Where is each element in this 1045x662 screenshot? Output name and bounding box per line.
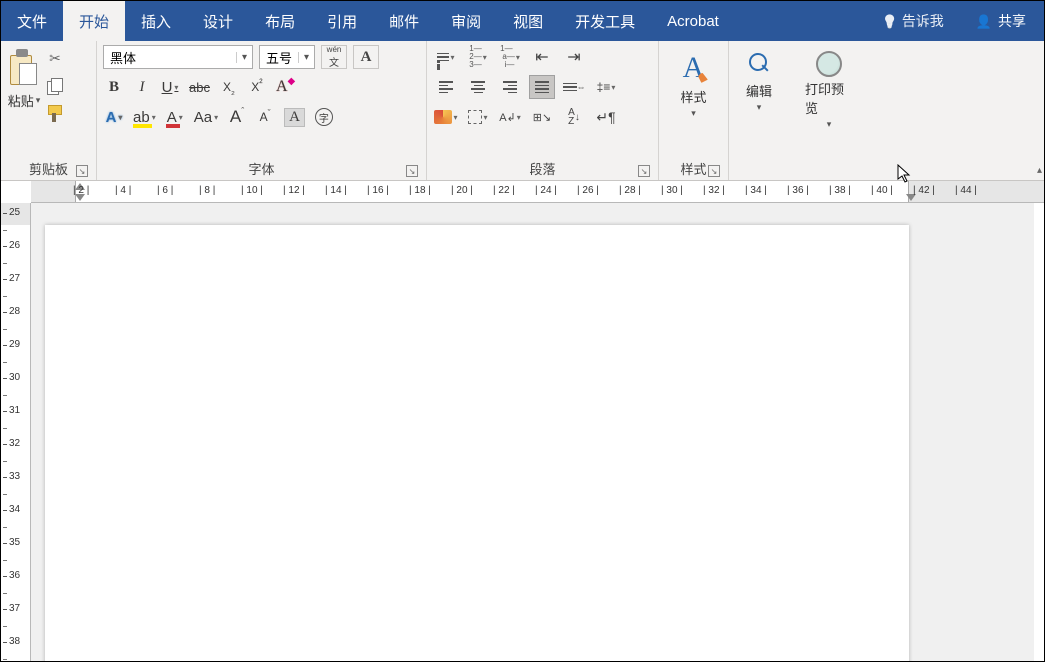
- decrease-indent-button[interactable]: ⇤: [529, 45, 555, 69]
- numbering-button[interactable]: 1—2—3—▾: [465, 45, 491, 69]
- bulb-icon: [882, 13, 898, 30]
- align-right-button[interactable]: [497, 75, 523, 99]
- shading-button[interactable]: ▾: [433, 105, 459, 129]
- preview-label: 打印预览: [805, 79, 853, 117]
- paste-icon[interactable]: [7, 49, 41, 89]
- tab-references[interactable]: 引用: [311, 1, 373, 41]
- tab-mailings[interactable]: 邮件: [373, 1, 435, 41]
- styles-icon: A: [683, 51, 705, 85]
- page[interactable]: [45, 225, 909, 661]
- tab-review[interactable]: 审阅: [435, 1, 497, 41]
- horizontal-ruler[interactable]: 2468101214161820222426283032343638404244: [31, 181, 1044, 203]
- italic-button[interactable]: I: [131, 75, 153, 99]
- document-area: [31, 203, 1034, 661]
- styles-button[interactable]: A 样式 ▾: [665, 45, 722, 119]
- font-size-value: 五号: [260, 48, 298, 67]
- vertical-ruler[interactable]: 2526272829303132333435363738: [1, 203, 31, 661]
- font-launcher[interactable]: ↘: [406, 165, 418, 177]
- grow-font-button[interactable]: Aˆ: [226, 105, 248, 129]
- tab-acrobat[interactable]: Acrobat: [651, 1, 735, 41]
- clipboard-group-label: 剪贴板: [29, 159, 68, 178]
- paragraph-group-label: 段落: [529, 159, 555, 178]
- distribute-button[interactable]: ⇔: [561, 75, 587, 99]
- text-effects-button[interactable]: A▾: [103, 105, 125, 129]
- snap-grid-button[interactable]: ⊞↘: [529, 105, 555, 129]
- styles-launcher[interactable]: ↘: [708, 165, 720, 177]
- enclose-char-button[interactable]: 字: [313, 105, 335, 129]
- print-preview-button[interactable]: 打印预览 ▾: [795, 45, 863, 130]
- cut-button[interactable]: [45, 49, 65, 67]
- bold-button[interactable]: B: [103, 75, 125, 99]
- tab-file[interactable]: 文件: [1, 1, 63, 41]
- share-button[interactable]: 共享: [960, 1, 1044, 41]
- char-border-button[interactable]: A: [353, 45, 379, 69]
- group-preview: 打印预览 ▾: [789, 41, 869, 180]
- underline-button[interactable]: U▾: [159, 75, 181, 99]
- group-font: 黑体▾ 五号▾ wén文 A B I U▾ abc X X A◆ A▾ ab▾ …: [97, 41, 427, 180]
- share-label: 共享: [998, 11, 1026, 31]
- styles-label: 样式: [680, 87, 706, 106]
- styles-group-label: 样式: [680, 159, 706, 178]
- edit-button[interactable]: 编辑 ▾: [735, 45, 783, 113]
- align-left-button[interactable]: [433, 75, 459, 99]
- clear-format-button[interactable]: A◆: [274, 75, 297, 99]
- bullets-button[interactable]: ▾: [433, 45, 459, 69]
- line-spacing-button[interactable]: ‡≡▾: [593, 75, 619, 99]
- increase-indent-button[interactable]: ⇥: [561, 45, 587, 69]
- align-center-button[interactable]: [465, 75, 491, 99]
- char-shading-button[interactable]: A: [282, 105, 307, 129]
- scroll-up-arrow[interactable]: ▴: [1037, 165, 1042, 176]
- clipboard-launcher[interactable]: ↘: [76, 165, 88, 177]
- edit-label: 编辑: [746, 81, 772, 100]
- text-direction-button[interactable]: A↲▾: [497, 105, 523, 129]
- change-case-button[interactable]: Aa▾: [192, 105, 220, 129]
- share-icon: [976, 13, 992, 30]
- font-color-button[interactable]: A▾: [164, 105, 186, 129]
- tab-design[interactable]: 设计: [187, 1, 249, 41]
- phonetic-guide-button[interactable]: wén文: [321, 45, 347, 69]
- font-name-combo[interactable]: 黑体▾: [103, 45, 253, 69]
- show-marks-button[interactable]: ↵¶: [593, 105, 619, 129]
- tab-insert[interactable]: 插入: [125, 1, 187, 41]
- tell-me-label: 告诉我: [902, 11, 944, 31]
- ribbon-tabs: 文件 开始 插入 设计 布局 引用 邮件 审阅 视图 开发工具 Acrobat …: [1, 1, 1044, 41]
- tab-developer[interactable]: 开发工具: [559, 1, 651, 41]
- group-clipboard: 粘贴▾ 剪贴板 ↘: [1, 41, 97, 180]
- font-size-dropdown[interactable]: ▾: [298, 52, 314, 63]
- paste-label: 粘贴: [8, 91, 34, 110]
- multilevel-button[interactable]: 1— a— i—▾: [497, 45, 523, 69]
- align-justify-button[interactable]: [529, 75, 555, 99]
- shrink-font-button[interactable]: Aˇ: [254, 105, 276, 129]
- highlight-button[interactable]: ab▾: [131, 105, 158, 129]
- superscript-button[interactable]: X: [246, 75, 268, 99]
- subscript-button[interactable]: X: [218, 75, 240, 99]
- tab-layout[interactable]: 布局: [249, 1, 311, 41]
- font-group-label: 字体: [248, 159, 274, 178]
- copy-button[interactable]: [45, 77, 65, 95]
- find-icon: [745, 51, 773, 79]
- tab-home[interactable]: 开始: [63, 1, 125, 41]
- preview-icon: [816, 51, 842, 77]
- paste-button[interactable]: 粘贴▾: [8, 91, 41, 110]
- ribbon: 粘贴▾ 剪贴板↘ 黑体▾ 五号▾ wén文 A B I U▾ abc: [1, 41, 1044, 181]
- group-styles: A 样式 ▾ 样式↘: [659, 41, 729, 180]
- group-paragraph: ▾ 1—2—3—▾ 1— a— i—▾ ⇤ ⇥ ⇔ ‡≡▾ ▾ ▾ A↲▾ ⊞↘…: [427, 41, 659, 180]
- format-painter-button[interactable]: [45, 105, 65, 123]
- font-size-combo[interactable]: 五号▾: [259, 45, 315, 69]
- tab-view[interactable]: 视图: [497, 1, 559, 41]
- font-name-value: 黑体: [104, 48, 236, 67]
- group-edit: 编辑 ▾: [729, 41, 789, 180]
- font-name-dropdown[interactable]: ▾: [236, 52, 252, 63]
- strike-button[interactable]: abc: [187, 75, 212, 99]
- borders-button[interactable]: ▾: [465, 105, 491, 129]
- tell-me[interactable]: 告诉我: [866, 1, 960, 41]
- sort-button[interactable]: AZ↓: [561, 105, 587, 129]
- paragraph-launcher[interactable]: ↘: [638, 165, 650, 177]
